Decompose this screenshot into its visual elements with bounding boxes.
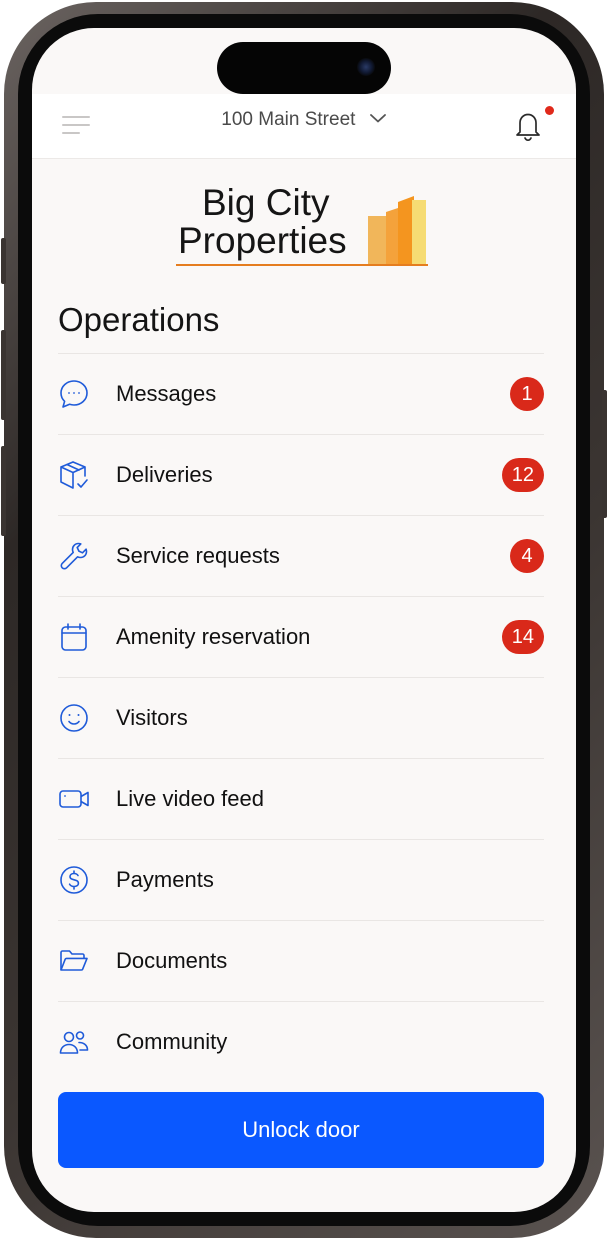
app-screen: 100 Main Street Big City Properties Oper…	[32, 28, 576, 1212]
video-camera-icon	[59, 790, 89, 808]
section-title: Operations	[58, 301, 220, 338]
list-item-visitors[interactable]: Visitors	[58, 677, 544, 758]
count-badge: 14	[501, 620, 544, 654]
building-selector[interactable]: 100 Main Street	[32, 106, 576, 134]
chat-bubble-icon	[60, 380, 88, 408]
buildings-logo-icon	[368, 196, 426, 264]
notification-dot	[545, 106, 554, 115]
unlock-door-button[interactable]: Unlock door	[58, 1092, 544, 1168]
list-item-label: Service requests	[116, 543, 280, 568]
list-item-label: Deliveries	[116, 462, 213, 487]
list-item-label: Documents	[116, 948, 228, 973]
top-bar: 100 Main Street	[32, 94, 576, 159]
list-item-service-requests[interactable]: Service requests 4	[58, 515, 544, 596]
package-icon	[60, 461, 88, 489]
side-button-volume-down	[1, 446, 6, 536]
folder-icon	[60, 950, 88, 971]
logo-text-line2: Properties	[178, 220, 347, 261]
list-item-documents[interactable]: Documents	[58, 920, 544, 1001]
smiley-icon	[60, 704, 88, 732]
logo-text-line1: Big City	[202, 182, 330, 223]
list-item-label: Visitors	[116, 705, 188, 730]
list-item-community[interactable]: Community	[58, 1001, 544, 1082]
list-item-label: Payments	[116, 867, 214, 892]
list-item-deliveries[interactable]: Deliveries 12	[58, 434, 544, 515]
list-item-live-video-feed[interactable]: Live video feed	[58, 758, 544, 839]
building-address: 100 Main Street	[221, 109, 356, 130]
count-badge: 1	[510, 377, 544, 411]
side-button-action	[1, 238, 6, 284]
company-logo: Big City Properties	[176, 184, 436, 274]
side-button-power	[602, 390, 607, 518]
list-item-label: Community	[116, 1029, 228, 1054]
count-badge: 12	[501, 458, 544, 492]
list-item-messages[interactable]: Messages 1	[58, 353, 544, 434]
list-item-payments[interactable]: Payments	[58, 839, 544, 920]
bell-icon[interactable]	[512, 108, 544, 142]
wrench-icon	[60, 542, 88, 570]
dynamic-island	[217, 42, 391, 94]
list-item-label: Live video feed	[116, 786, 264, 811]
chevron-down-icon	[369, 114, 386, 123]
list-item-label: Messages	[116, 381, 217, 406]
dollar-circle-icon	[60, 866, 88, 894]
list-item-amenity-reservation[interactable]: Amenity reservation 14	[58, 596, 544, 677]
front-camera	[357, 58, 375, 76]
list-item-label: Amenity reservation	[116, 624, 311, 649]
operations-list: Messages 1 Deliveries 12 Service request…	[58, 353, 544, 1082]
side-button-volume-up	[1, 330, 6, 420]
count-badge: 4	[510, 539, 544, 573]
calendar-icon	[61, 623, 87, 651]
logo-underline	[176, 264, 428, 266]
people-icon	[59, 1031, 89, 1054]
